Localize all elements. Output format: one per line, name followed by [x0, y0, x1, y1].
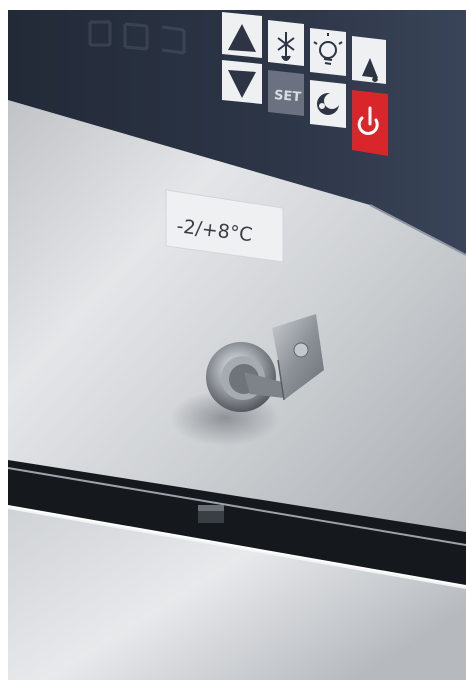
set-label: SET — [273, 88, 301, 105]
light-button[interactable] — [310, 28, 346, 76]
appliance-photo: SET -2/+8°C — [0, 0, 466, 686]
defrost-button[interactable] — [268, 20, 304, 66]
set-button[interactable]: SET — [268, 70, 304, 116]
up-button[interactable] — [222, 12, 262, 58]
power-button[interactable] — [352, 90, 388, 156]
down-button[interactable] — [222, 60, 262, 104]
hinge — [198, 505, 224, 523]
standby-button[interactable] — [310, 80, 346, 128]
humidity-button[interactable] — [352, 36, 386, 84]
